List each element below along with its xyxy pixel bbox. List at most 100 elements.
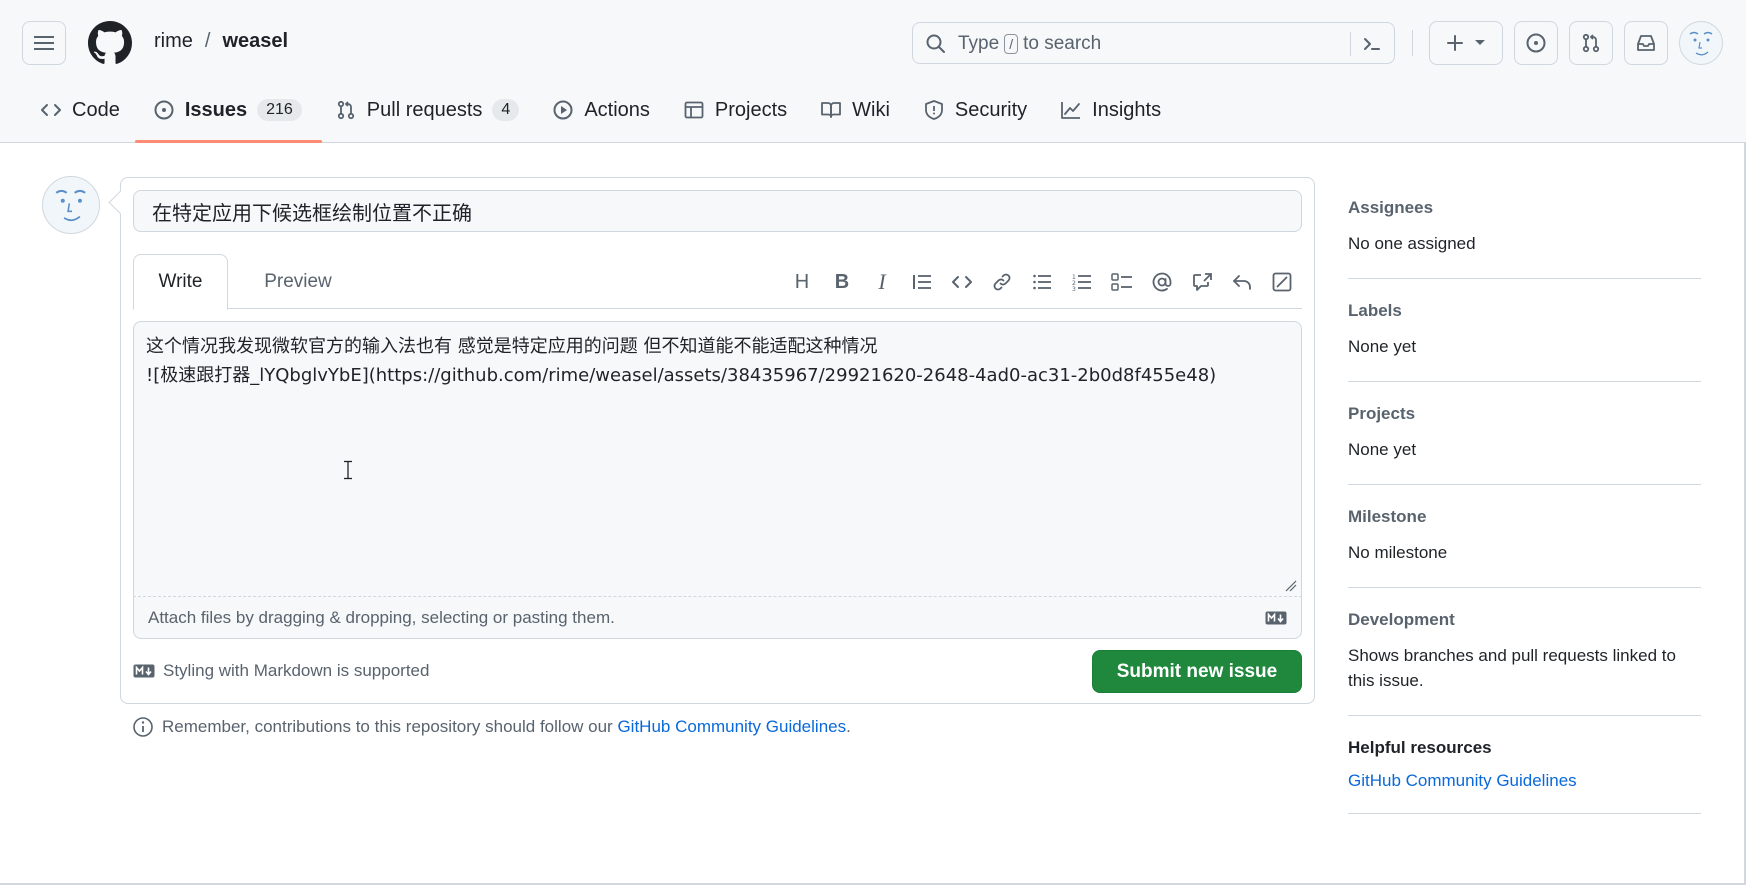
- book-icon: [821, 102, 842, 118]
- tab-pull-requests[interactable]: Pull requests 4: [327, 90, 528, 130]
- markdown-toolbar: H B I 123: [782, 268, 1302, 296]
- menu-button[interactable]: [22, 21, 66, 65]
- body-line-1: 这个情况我发现微软官方的输入法也有 感觉是特定应用的问题 但不知道能不能适配这种…: [146, 336, 878, 357]
- tab-insights[interactable]: Insights: [1052, 90, 1169, 130]
- markdown-icon: [133, 664, 155, 678]
- search-input[interactable]: Type / to search: [912, 22, 1395, 64]
- link-button[interactable]: [982, 268, 1022, 296]
- mention-button[interactable]: [1142, 268, 1182, 296]
- search-divider: [1350, 32, 1351, 56]
- mention-icon: [1152, 272, 1172, 292]
- repo-owner-link[interactable]: rime: [154, 30, 193, 53]
- issue-sidebar: Assignees No one assigned Labels None ye…: [1348, 190, 1701, 828]
- pencil-square-icon: [1272, 272, 1292, 292]
- italic-icon: I: [878, 269, 886, 294]
- github-logo-icon[interactable]: [88, 21, 132, 65]
- tab-actions[interactable]: Actions: [544, 90, 658, 130]
- search-placeholder: Type / to search: [958, 33, 1101, 55]
- resize-handle-icon[interactable]: [1285, 580, 1297, 592]
- task-list-button[interactable]: [1102, 268, 1142, 296]
- tab-preview[interactable]: Preview: [248, 254, 348, 309]
- tab-security[interactable]: Security: [915, 90, 1035, 130]
- issue-opened-icon: [1526, 33, 1546, 53]
- projects-value: None yet: [1348, 440, 1417, 459]
- tab-projects[interactable]: Projects: [675, 90, 795, 130]
- link-icon: [993, 273, 1011, 291]
- issue-title-input[interactable]: 在特定应用下候选框绘制位置不正确: [133, 190, 1302, 232]
- tab-label: Insights: [1092, 98, 1162, 121]
- play-icon: [553, 100, 573, 120]
- projects-title[interactable]: Projects: [1348, 404, 1701, 424]
- issue-opened-icon: [154, 100, 174, 120]
- ordered-list-button[interactable]: 123: [1062, 268, 1102, 296]
- inbox-icon: [1637, 35, 1655, 51]
- search-icon: [926, 34, 945, 53]
- svg-text:3: 3: [1072, 286, 1076, 291]
- unordered-list-button[interactable]: [1022, 268, 1062, 296]
- command-palette-icon[interactable]: [1361, 33, 1383, 55]
- search-placeholder-prefix: Type: [958, 33, 1000, 54]
- labels-section[interactable]: Labels None yet: [1348, 293, 1701, 382]
- breadcrumb: rime / weasel: [154, 30, 288, 53]
- community-guidelines-link[interactable]: GitHub Community Guidelines: [617, 717, 846, 736]
- file-attachment-bar[interactable]: Attach files by dragging & dropping, sel…: [133, 597, 1302, 639]
- italic-button[interactable]: I: [862, 268, 902, 296]
- issues-button[interactable]: [1514, 21, 1558, 65]
- sidebar-guidelines-link[interactable]: GitHub Community Guidelines: [1348, 771, 1701, 791]
- markdown-support-note: Styling with Markdown is supported: [133, 661, 429, 681]
- labels-value: None yet: [1348, 337, 1417, 356]
- avatar-face-icon: [55, 189, 86, 222]
- heading-button[interactable]: H: [782, 268, 822, 296]
- header-divider: [1412, 30, 1413, 56]
- development-title[interactable]: Development: [1348, 610, 1701, 630]
- tab-label: Security: [954, 98, 1028, 121]
- quote-button[interactable]: [902, 268, 942, 296]
- contribution-notice: Remember, contributions to this reposito…: [132, 716, 851, 738]
- avatar-face-icon: [1689, 31, 1713, 56]
- tab-write[interactable]: Write: [133, 254, 228, 310]
- new-issue-form: 在特定应用下候选框绘制位置不正确 Write Preview H B I 123: [120, 177, 1315, 704]
- helpful-resources-title: Helpful resources: [1348, 738, 1492, 757]
- issue-body-textarea[interactable]: 这个情况我发现微软官方的输入法也有 感觉是特定应用的问题 但不知道能不能适配这种…: [133, 321, 1302, 597]
- development-section[interactable]: Development Shows branches and pull requ…: [1348, 602, 1701, 716]
- attach-text: Attach files by dragging & dropping, sel…: [148, 607, 615, 627]
- inbox-button[interactable]: [1624, 21, 1668, 65]
- tab-label: Issues: [184, 98, 248, 121]
- global-header: rime / weasel Type / to search Code Issu…: [0, 0, 1746, 143]
- submit-new-issue-button[interactable]: Submit new issue: [1092, 650, 1302, 693]
- table-icon: [684, 101, 704, 119]
- issues-count-badge: 216: [257, 99, 302, 121]
- body-line-2: ![极速跟打器_lYQbglvYbE](https://github.com/r…: [146, 365, 1217, 386]
- tab-label: Wiki: [852, 98, 890, 121]
- cross-reference-button[interactable]: [1182, 268, 1222, 296]
- helpful-resources-section: Helpful resources GitHub Community Guide…: [1348, 730, 1701, 814]
- heading-icon: H: [794, 270, 810, 293]
- tab-code[interactable]: Code: [32, 90, 128, 130]
- cross-reference-icon: [1193, 273, 1212, 291]
- plus-icon: [1447, 35, 1463, 51]
- tab-issues[interactable]: Issues 216: [134, 90, 322, 143]
- milestone-section[interactable]: Milestone No milestone: [1348, 499, 1701, 588]
- create-new-button[interactable]: [1429, 21, 1503, 65]
- code-icon: [952, 276, 972, 288]
- code-button[interactable]: [942, 268, 982, 296]
- tab-wiki[interactable]: Wiki: [812, 90, 898, 130]
- tab-label: Actions: [584, 98, 650, 121]
- search-shortcut-key: /: [1004, 34, 1019, 54]
- milestone-title[interactable]: Milestone: [1348, 507, 1701, 527]
- bold-button[interactable]: B: [822, 268, 862, 296]
- pull-requests-button[interactable]: [1569, 21, 1613, 65]
- fullscreen-button[interactable]: [1262, 268, 1302, 296]
- hamburger-icon: [34, 36, 54, 50]
- quote-icon: [913, 275, 931, 289]
- assignees-title[interactable]: Assignees: [1348, 198, 1701, 218]
- user-avatar[interactable]: [1679, 21, 1723, 65]
- repo-name-link[interactable]: weasel: [222, 30, 288, 53]
- reply-button[interactable]: [1222, 268, 1262, 296]
- projects-section[interactable]: Projects None yet: [1348, 396, 1701, 485]
- labels-title[interactable]: Labels: [1348, 301, 1701, 321]
- markdown-icon: [1265, 611, 1287, 624]
- assignees-section[interactable]: Assignees No one assigned: [1348, 190, 1701, 279]
- info-icon: [133, 717, 153, 737]
- git-pull-request-icon: [1582, 33, 1600, 53]
